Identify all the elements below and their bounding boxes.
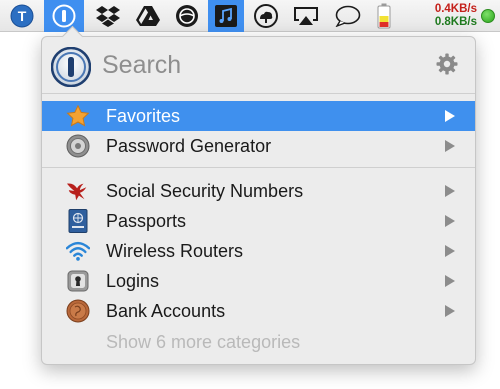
chevron-right-icon: [445, 185, 455, 197]
onepassword-popup: Search Favorites Password Generator Soci…: [41, 36, 476, 365]
svg-text:T: T: [18, 8, 27, 24]
chevron-right-icon: [445, 140, 455, 152]
speech-bubble-icon[interactable]: [330, 0, 366, 32]
star-icon: [66, 105, 90, 127]
category-label: Logins: [106, 271, 160, 291]
network-speed[interactable]: 0.4KB/s 0.8KB/s: [415, 3, 477, 28]
chevron-right-icon: [445, 215, 455, 227]
wifi-icon: [66, 240, 90, 262]
typinator-icon[interactable]: T: [4, 0, 40, 32]
chevron-right-icon: [445, 245, 455, 257]
battery-icon[interactable]: [370, 0, 398, 32]
category-favorites[interactable]: Favorites: [42, 101, 475, 131]
search-row: Search: [42, 37, 475, 95]
category-password-generator[interactable]: Password Generator: [42, 131, 475, 161]
dropbox-icon[interactable]: [90, 0, 126, 32]
eagle-icon: [66, 180, 90, 202]
music-icon[interactable]: [208, 0, 244, 32]
cloud-app-icon[interactable]: [248, 0, 284, 32]
category-logins[interactable]: Logins: [42, 266, 475, 296]
search-input[interactable]: Search: [102, 51, 181, 80]
gear-icon[interactable]: [436, 53, 458, 75]
onepassword-logo-icon: [51, 47, 91, 87]
chevron-right-icon: [445, 305, 455, 317]
vault-dial-icon: [66, 134, 90, 158]
show-more-categories[interactable]: Show 6 more categories: [106, 332, 300, 353]
coin-icon: [66, 299, 90, 323]
category-label: Wireless Routers: [106, 241, 244, 261]
category-label: Social Security Numbers: [106, 181, 304, 201]
category-wireless-routers[interactable]: Wireless Routers: [42, 236, 475, 266]
category-passports[interactable]: Passports: [42, 206, 475, 236]
chevron-right-icon: [445, 275, 455, 287]
round-app-icon[interactable]: [169, 0, 205, 32]
airplay-icon[interactable]: [288, 0, 324, 32]
menu-bar: T 0.4KB/s 0.8KB/s: [0, 0, 500, 32]
download-speed: 0.8KB/s: [434, 15, 477, 28]
upload-speed: 0.4KB/s: [434, 3, 477, 15]
category-bank-accounts[interactable]: Bank Accounts: [42, 296, 475, 326]
status-dot-icon[interactable]: [481, 9, 495, 23]
google-drive-icon[interactable]: [130, 0, 166, 32]
divider: [42, 167, 475, 168]
chevron-right-icon: [445, 110, 455, 122]
keyhole-icon: [66, 270, 90, 292]
category-social-security-numbers[interactable]: Social Security Numbers: [42, 176, 475, 206]
category-label: Password Generator: [106, 136, 272, 156]
category-label: Bank Accounts: [106, 301, 226, 321]
divider: [42, 93, 475, 94]
category-label: Passports: [106, 211, 187, 231]
category-label: Favorites: [106, 106, 181, 126]
passport-icon: [66, 209, 90, 233]
onepassword-menubar-icon[interactable]: [44, 0, 84, 32]
